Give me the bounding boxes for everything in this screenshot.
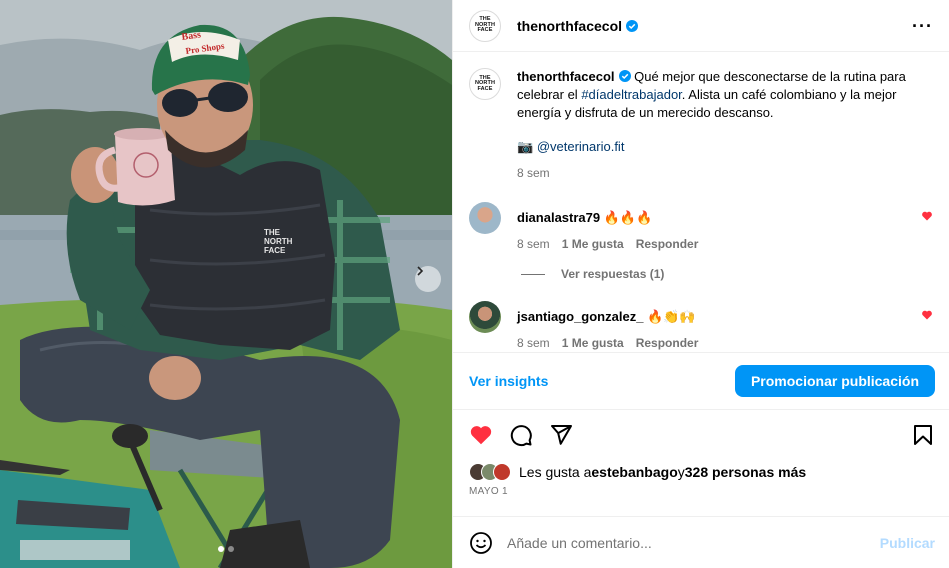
post-side-panel: THE NORTH FACE thenorthfacecol ··· THE N… — [452, 0, 949, 568]
comment-time[interactable]: 8 sem — [517, 334, 550, 352]
credit-mention-link[interactable]: @veterinario.fit — [537, 139, 625, 154]
comment-meta: 8 sem 1 Me gusta Responder — [517, 235, 933, 253]
post-photo[interactable]: THE NORTH FACE Bass Pro Shops — [0, 0, 452, 568]
commenter-username[interactable]: jsantiago_gonzalez_ — [517, 309, 643, 324]
smiley-icon[interactable] — [469, 531, 493, 555]
photo-illustration: THE NORTH FACE Bass Pro Shops — [0, 0, 452, 568]
view-insights-link[interactable]: Ver insights — [469, 373, 548, 389]
post-header: THE NORTH FACE thenorthfacecol ··· — [453, 0, 949, 52]
author-avatar[interactable]: THE NORTH FACE — [469, 9, 501, 42]
carousel-dot — [228, 546, 234, 552]
svg-text:NORTH: NORTH — [264, 237, 293, 246]
caption-body: thenorthfacecol Qué mejor que desconecta… — [517, 68, 933, 182]
camera-icon: 📷 — [517, 139, 534, 154]
add-comment-bar: Publicar — [453, 516, 949, 568]
more-options-icon[interactable]: ··· — [912, 17, 933, 35]
view-replies-button[interactable]: Ver respuestas (1) — [521, 267, 933, 281]
comment-input[interactable] — [507, 534, 880, 551]
comment-likes[interactable]: 1 Me gusta — [562, 334, 624, 352]
likes-summary: Les gusta a estebanbago y 328 personas m… — [453, 460, 949, 484]
instagram-post-dialog: THE NORTH FACE Bass Pro Shops THE NORTH … — [0, 0, 949, 568]
photo-credit: 📷 @veterinario.fit — [517, 138, 933, 156]
promote-post-button[interactable]: Promocionar publicación — [734, 365, 935, 397]
comment-item: jsantiago_gonzalez_ 🔥👏🙌 8 sem 1 Me gusta… — [469, 301, 933, 352]
publish-button[interactable]: Publicar — [880, 535, 935, 551]
post-date[interactable]: MAYO 1 — [453, 484, 949, 497]
chevron-right-icon — [417, 266, 424, 276]
comment-like-heart-icon[interactable] — [921, 210, 933, 222]
carousel-indicators — [0, 546, 452, 552]
insights-bar: Ver insights Promocionar publicación — [453, 352, 949, 410]
liker-username[interactable]: estebanbago — [591, 464, 677, 480]
comment-icon[interactable] — [509, 423, 533, 447]
send-icon[interactable] — [549, 423, 573, 447]
commenter-avatar[interactable] — [469, 301, 501, 333]
heart-filled-icon[interactable] — [469, 423, 493, 447]
carousel-dot-active — [218, 546, 224, 552]
liker-avatars[interactable] — [469, 463, 511, 481]
caption-meta: 8 sem — [517, 164, 933, 182]
comment-text: 🔥👏🙌 — [647, 309, 696, 324]
comment-meta: 8 sem 1 Me gusta Responder — [517, 334, 933, 352]
commenter-avatar[interactable] — [469, 202, 501, 234]
svg-text:THE: THE — [264, 228, 281, 237]
reply-button[interactable]: Responder — [636, 235, 699, 253]
verified-badge-icon — [626, 19, 639, 32]
comments-section: THE NORTH FACE thenorthfacecol Qué mejor… — [453, 52, 949, 352]
commenter-username[interactable]: dianalastra79 — [517, 210, 600, 225]
author-username[interactable]: thenorthfacecol — [517, 18, 622, 34]
svg-text:FACE: FACE — [264, 246, 286, 255]
bookmark-icon[interactable] — [911, 423, 935, 447]
comment-body: dianalastra79 🔥🔥🔥 8 sem 1 Me gusta Respo… — [517, 202, 933, 253]
replies-divider — [521, 273, 545, 275]
comment-like-heart-icon[interactable] — [921, 309, 933, 321]
caption-username[interactable]: thenorthfacecol — [517, 69, 615, 84]
comment-likes[interactable]: 1 Me gusta — [562, 235, 624, 253]
logo-text-line: FACE — [477, 27, 493, 34]
logo-text-line: FACE — [477, 85, 493, 92]
likes-count[interactable]: 328 personas más — [685, 464, 806, 480]
comment-text: 🔥🔥🔥 — [603, 210, 653, 225]
reply-button[interactable]: Responder — [636, 334, 699, 352]
likes-middle: y — [677, 464, 685, 480]
comment-item: dianalastra79 🔥🔥🔥 8 sem 1 Me gusta Respo… — [469, 202, 933, 253]
post-actions — [453, 410, 949, 460]
liker-avatar — [493, 463, 511, 481]
comment-time[interactable]: 8 sem — [517, 235, 550, 253]
likes-prefix: Les gusta a — [519, 464, 592, 480]
hashtag-link[interactable]: #díadeltrabajador — [581, 87, 681, 102]
caption: THE NORTH FACE thenorthfacecol Qué mejor… — [469, 68, 933, 182]
comment-body: jsantiago_gonzalez_ 🔥👏🙌 8 sem 1 Me gusta… — [517, 301, 933, 352]
caption-time[interactable]: 8 sem — [517, 164, 550, 182]
verified-badge-icon — [618, 70, 631, 82]
view-replies-label: Ver respuestas (1) — [561, 267, 665, 281]
caption-avatar[interactable]: THE NORTH FACE — [469, 68, 501, 100]
carousel-next-button[interactable] — [415, 266, 441, 292]
